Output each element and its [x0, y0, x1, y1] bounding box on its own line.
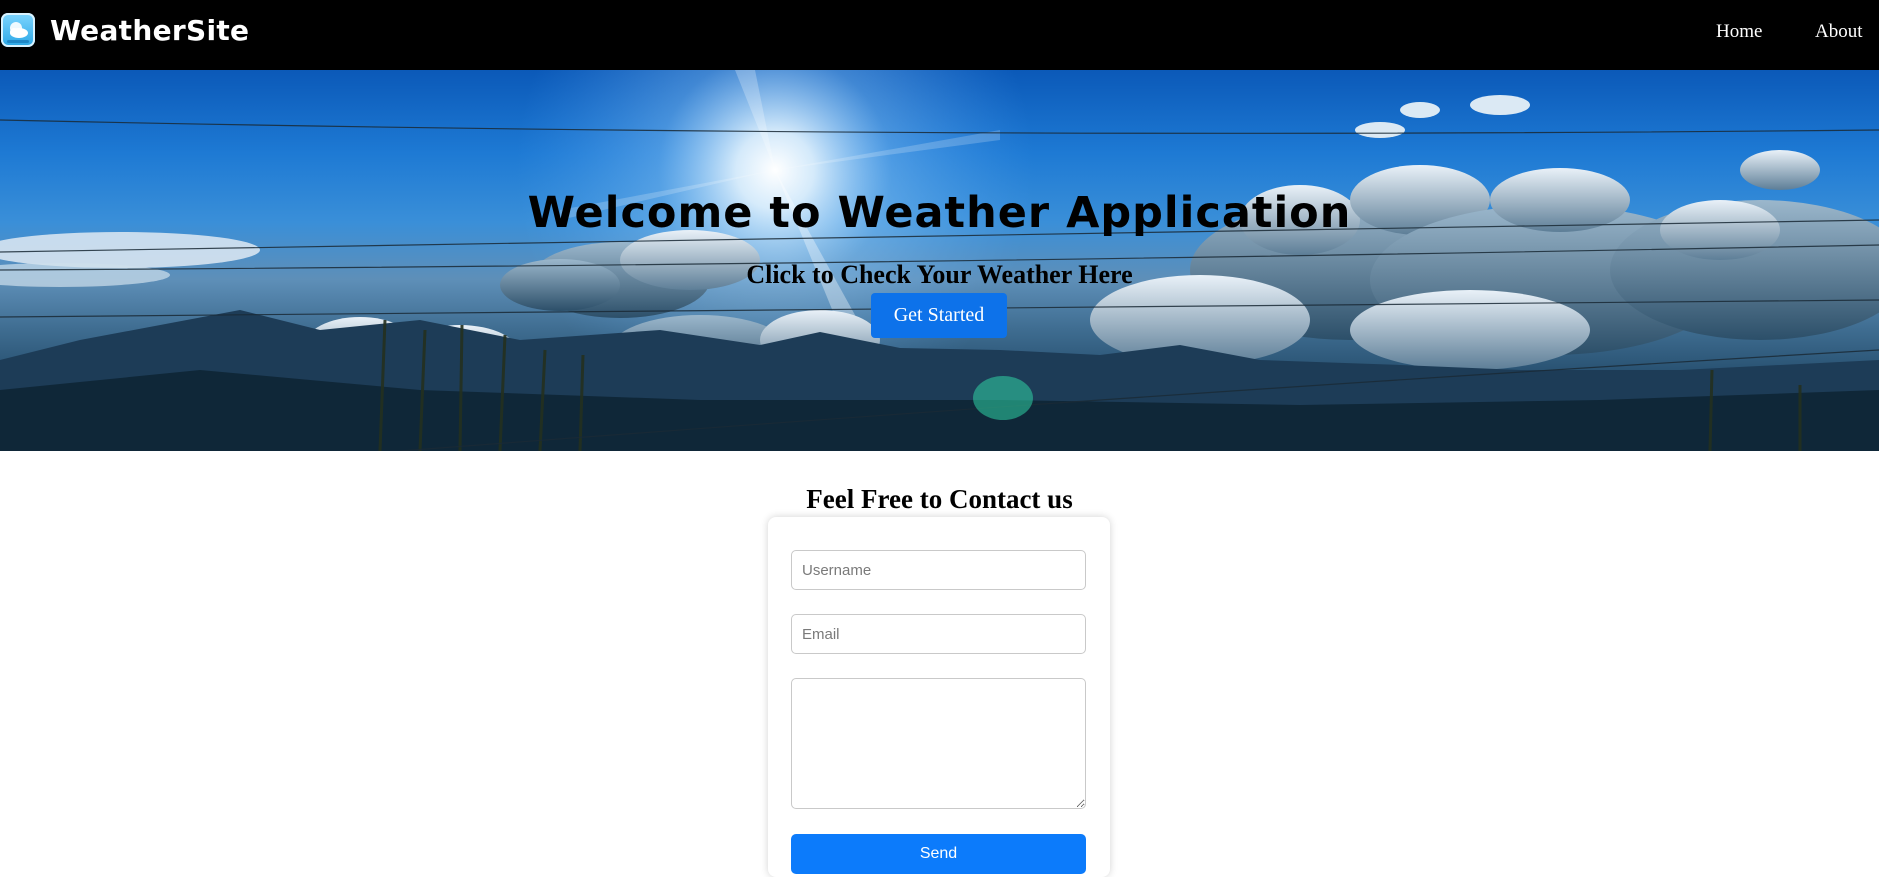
- contact-form: Send: [768, 517, 1110, 877]
- hero-subtitle: Click to Check Your Weather Here: [746, 260, 1133, 289]
- contact-heading: Feel Free to Contact us: [806, 484, 1073, 514]
- message-textarea[interactable]: [791, 678, 1086, 809]
- username-input[interactable]: [791, 550, 1086, 590]
- send-button[interactable]: Send: [791, 834, 1086, 874]
- brand-name[interactable]: WeatherSite: [50, 14, 249, 47]
- hero-banner: Welcome to Weather Application Click to …: [0, 70, 1879, 451]
- weather-app-icon[interactable]: [1, 13, 35, 47]
- email-input[interactable]: [791, 614, 1086, 654]
- hero-title: Welcome to Weather Application: [527, 188, 1352, 238]
- get-started-button[interactable]: Get Started: [871, 293, 1007, 338]
- nav-about-link[interactable]: About: [1815, 21, 1863, 43]
- navbar: WeatherSite Home About: [0, 0, 1879, 70]
- nav-home-link[interactable]: Home: [1716, 21, 1762, 43]
